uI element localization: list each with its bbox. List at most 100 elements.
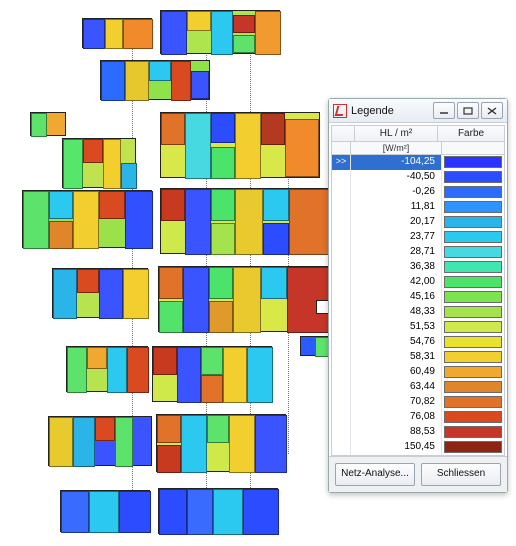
legend-row-marker <box>332 380 351 395</box>
legend-row-value: 150,45 <box>351 440 442 455</box>
legend-grid[interactable]: HL / m² Farbe [W/m²] >>-104,25-40,50-0,2… <box>329 123 507 456</box>
legend-swatch <box>444 156 502 168</box>
legend-row[interactable]: 88,53 <box>332 425 504 440</box>
legend-row-marker: >> <box>332 155 351 170</box>
legend-window[interactable]: Legende HL / m² Farbe [W/m²] >>-104,25-4… <box>328 98 508 493</box>
legend-row[interactable]: 76,08 <box>332 410 504 425</box>
netz-analyse-button[interactable]: Netz-Analyse... <box>335 463 415 486</box>
legend-row-marker <box>332 245 351 260</box>
legend-row[interactable]: 48,33 <box>332 305 504 320</box>
legend-row[interactable]: 28,71 <box>332 245 504 260</box>
floor-zone <box>52 268 148 318</box>
legend-swatch <box>444 381 502 393</box>
floor-zone <box>100 60 210 100</box>
legend-row-value: -0,26 <box>351 185 442 200</box>
legend-swatch <box>444 351 502 363</box>
legend-row[interactable]: 60,49 <box>332 365 504 380</box>
viewport: Legende HL / m² Farbe [W/m²] >>-104,25-4… <box>0 0 516 546</box>
legend-swatch <box>444 411 502 423</box>
legend-swatch <box>444 366 502 378</box>
legend-swatch <box>444 396 502 408</box>
legend-row-value: -40,50 <box>351 170 442 185</box>
legend-swatch <box>444 321 502 333</box>
legend-swatch <box>444 336 502 348</box>
legend-swatch <box>444 426 502 438</box>
legend-row[interactable]: -40,50 <box>332 170 504 185</box>
legend-row-marker <box>332 410 351 425</box>
legend-row-value: 58,31 <box>351 350 442 365</box>
legend-swatch <box>444 441 502 453</box>
legend-row[interactable]: 150,45 <box>332 440 504 455</box>
legend-row-value: 36,38 <box>351 260 442 275</box>
legend-swatch <box>444 216 502 228</box>
legend-row-value: -104,25 <box>351 155 442 170</box>
legend-titlebar[interactable]: Legende <box>329 99 507 123</box>
schliessen-button[interactable]: Schliessen <box>421 463 501 486</box>
legend-row[interactable]: 11,81 <box>332 200 504 215</box>
legend-row[interactable]: 58,31 <box>332 350 504 365</box>
close-button[interactable] <box>481 102 503 119</box>
floor-zone <box>30 112 66 136</box>
legend-swatch <box>444 306 502 318</box>
legend-row[interactable]: >>-104,25 <box>332 155 504 170</box>
legend-row-marker <box>332 320 351 335</box>
legend-swatch <box>444 186 502 198</box>
legend-row[interactable]: 36,38 <box>332 260 504 275</box>
legend-row-marker <box>332 185 351 200</box>
legend-row-marker <box>332 275 351 290</box>
legend-unit: [W/m²] <box>351 142 441 154</box>
legend-column-color[interactable]: Farbe <box>438 126 504 141</box>
legend-row[interactable]: 42,00 <box>332 275 504 290</box>
floor-zone <box>160 188 328 254</box>
legend-row-value: 60,49 <box>351 365 442 380</box>
legend-row[interactable]: 45,16 <box>332 290 504 305</box>
legend-row[interactable]: 23,77 <box>332 230 504 245</box>
floor-zone <box>82 18 152 48</box>
legend-row-value: 70,82 <box>351 395 442 410</box>
legend-row-value: 28,71 <box>351 245 442 260</box>
legend-row-value: 23,77 <box>351 230 442 245</box>
floor-zone <box>300 336 328 356</box>
floor-zone <box>62 138 136 188</box>
legend-row[interactable]: 54,76 <box>332 335 504 350</box>
floor-zone <box>66 346 148 392</box>
legend-row[interactable]: 63,44 <box>332 380 504 395</box>
floor-zone <box>158 488 278 534</box>
legend-row-marker <box>332 290 351 305</box>
legend-row-value: 51,53 <box>351 320 442 335</box>
legend-row-marker <box>332 170 351 185</box>
legend-header-row: HL / m² Farbe <box>331 125 505 142</box>
legend-row-value: 76,08 <box>351 410 442 425</box>
legend-swatch <box>444 231 502 243</box>
legend-row[interactable]: 20,17 <box>332 215 504 230</box>
legend-row[interactable]: -0,26 <box>332 185 504 200</box>
legend-row-value: 45,16 <box>351 290 442 305</box>
floor-zone <box>158 266 328 332</box>
legend-row-value: 63,44 <box>351 380 442 395</box>
legend-column-value[interactable]: HL / m² <box>355 126 438 141</box>
floor-zone <box>22 190 152 248</box>
floor-zone <box>156 414 286 472</box>
legend-swatch <box>444 171 502 183</box>
legend-row[interactable]: 51,53 <box>332 320 504 335</box>
legend-row-value: 11,81 <box>351 200 442 215</box>
app-icon <box>333 104 347 118</box>
legend-row-marker <box>332 365 351 380</box>
legend-swatch <box>444 246 502 258</box>
legend-row-marker <box>332 200 351 215</box>
legend-row-marker <box>332 395 351 410</box>
floor-zone <box>152 346 272 402</box>
legend-row-marker <box>332 335 351 350</box>
legend-row-value: 20,17 <box>351 215 442 230</box>
minimize-button[interactable] <box>433 102 455 119</box>
legend-swatch <box>444 201 502 213</box>
legend-row-marker <box>332 215 351 230</box>
legend-row-marker <box>332 230 351 245</box>
floor-zone <box>160 112 320 178</box>
floor-zone <box>60 490 150 532</box>
maximize-button[interactable] <box>457 102 479 119</box>
legend-row[interactable]: 70,82 <box>332 395 504 410</box>
legend-row-value: 42,00 <box>351 275 442 290</box>
legend-row-marker <box>332 260 351 275</box>
legend-row-marker <box>332 440 351 455</box>
